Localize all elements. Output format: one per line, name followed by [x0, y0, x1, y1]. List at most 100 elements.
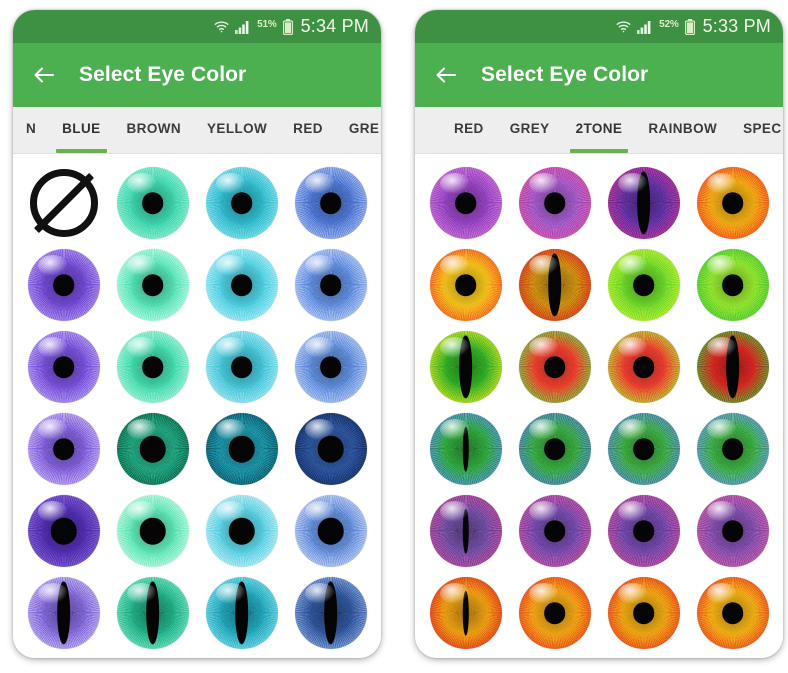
tab-brown[interactable]: BROWN [114, 107, 195, 153]
back-arrow-icon[interactable] [433, 62, 459, 88]
grid-item-eye[interactable] [599, 490, 688, 572]
battery-percent-label: 52% [659, 19, 679, 30]
grid-item-eye[interactable] [197, 654, 286, 658]
tab-active-indicator [447, 149, 492, 153]
eye-iris-graphic [27, 413, 100, 485]
tab-label: YELLOW [207, 121, 268, 136]
grid-item-eye[interactable] [19, 654, 108, 658]
grid-item-eye[interactable] [421, 162, 510, 244]
grid-item-eye[interactable] [421, 572, 510, 654]
category-tab-bar[interactable]: N BLUE BROWN YELLOW RED GRE [13, 107, 381, 154]
eye-iris-graphic [205, 577, 278, 649]
grid-item-eye[interactable] [197, 162, 286, 244]
grid-item-eye[interactable] [421, 490, 510, 572]
tab-rainbow[interactable]: RAINBOW [635, 107, 730, 153]
grid-item-eye[interactable] [421, 244, 510, 326]
back-arrow-icon[interactable] [31, 62, 57, 88]
tab-2tone[interactable]: 2TONE [563, 107, 636, 153]
tab-label: BROWN [126, 121, 182, 136]
grid-item-eye[interactable] [286, 572, 375, 654]
tab-active-indicator [645, 149, 721, 153]
grid-item-eye[interactable] [510, 244, 599, 326]
grid-item-eye[interactable] [421, 326, 510, 408]
grid-item-eye[interactable] [421, 654, 510, 658]
tab-label: GRE [348, 121, 380, 136]
eye-iris-graphic [116, 331, 189, 403]
grid-item-eye[interactable] [688, 408, 777, 490]
tab-n[interactable]: N [13, 107, 49, 153]
cellular-signal-icon [235, 20, 251, 34]
grid-item-eye[interactable] [19, 490, 108, 572]
eye-iris-graphic [27, 331, 100, 403]
grid-item-eye[interactable] [19, 244, 108, 326]
grid-item-eye[interactable] [19, 572, 108, 654]
tab-spec[interactable]: SPEC [730, 107, 783, 153]
eye-iris-graphic [518, 167, 591, 239]
grid-item-eye[interactable] [108, 162, 197, 244]
grid-item-eye[interactable] [108, 244, 197, 326]
grid-item-eye[interactable] [286, 490, 375, 572]
category-tab-bar[interactable]: RED GREY 2TONE RAINBOW SPEC [415, 107, 783, 154]
screenshot-canvas: 51% 5:34 PM Select Eye Color N BLUE BROWN YELL… [0, 0, 788, 673]
page-title: Select Eye Color [79, 63, 247, 86]
grid-item-eye[interactable] [286, 326, 375, 408]
grid-item-eye[interactable] [688, 162, 777, 244]
eye-iris-graphic [696, 167, 769, 239]
grid-item-eye[interactable] [197, 244, 286, 326]
eye-iris-graphic [27, 495, 100, 567]
grid-item-eye[interactable] [510, 408, 599, 490]
grid-item-eye[interactable] [286, 162, 375, 244]
grid-item-eye[interactable] [108, 654, 197, 658]
grid-item-eye[interactable] [688, 572, 777, 654]
eye-iris-graphic [116, 413, 189, 485]
tab-red[interactable]: RED [441, 107, 497, 153]
grid-item-eye[interactable] [421, 408, 510, 490]
grid-item-eye[interactable] [108, 326, 197, 408]
grid-item-eye[interactable] [197, 572, 286, 654]
grid-item-eye[interactable] [197, 408, 286, 490]
grid-item-eye[interactable] [599, 162, 688, 244]
eye-iris-graphic [429, 331, 502, 403]
grid-item-eye[interactable] [286, 244, 375, 326]
tab-blue[interactable]: BLUE [49, 107, 113, 153]
grid-item-eye[interactable] [510, 572, 599, 654]
grid-item-eye[interactable] [510, 490, 599, 572]
tab-label: RED [454, 121, 484, 136]
tab-partial-0[interactable] [415, 107, 441, 153]
tab-label: SPEC [743, 121, 782, 136]
eye-iris-graphic [429, 495, 502, 567]
eye-iris-graphic [696, 331, 769, 403]
grid-item-eye[interactable] [599, 244, 688, 326]
eye-iris-graphic [116, 495, 189, 567]
grid-item-eye[interactable] [286, 654, 375, 658]
grid-item-eye[interactable] [197, 326, 286, 408]
grid-item-eye[interactable] [688, 326, 777, 408]
tab-yellow[interactable]: YELLOW [194, 107, 280, 153]
grid-item-eye[interactable] [599, 326, 688, 408]
eye-iris-graphic [27, 249, 100, 321]
tab-grey[interactable]: GREY [497, 107, 563, 153]
eye-iris-graphic [205, 413, 278, 485]
grid-item-eye[interactable] [688, 654, 777, 658]
grid-item-eye[interactable] [286, 408, 375, 490]
grid-item-eye[interactable] [599, 654, 688, 658]
grid-item-eye[interactable] [19, 408, 108, 490]
wifi-icon [214, 20, 229, 33]
grid-item-eye[interactable] [510, 654, 599, 658]
grid-item-eye[interactable] [197, 490, 286, 572]
tab-gre[interactable]: GRE [336, 107, 381, 153]
grid-item-none[interactable] [19, 162, 108, 244]
grid-item-eye[interactable] [108, 490, 197, 572]
grid-item-eye[interactable] [688, 490, 777, 572]
app-bar: Select Eye Color [13, 43, 381, 107]
grid-item-eye[interactable] [19, 326, 108, 408]
tab-red[interactable]: RED [280, 107, 336, 153]
grid-item-eye[interactable] [108, 572, 197, 654]
grid-item-eye[interactable] [108, 408, 197, 490]
eye-iris-graphic [429, 413, 502, 485]
grid-item-eye[interactable] [510, 162, 599, 244]
grid-item-eye[interactable] [510, 326, 599, 408]
grid-item-eye[interactable] [599, 408, 688, 490]
grid-item-eye[interactable] [599, 572, 688, 654]
grid-item-eye[interactable] [688, 244, 777, 326]
